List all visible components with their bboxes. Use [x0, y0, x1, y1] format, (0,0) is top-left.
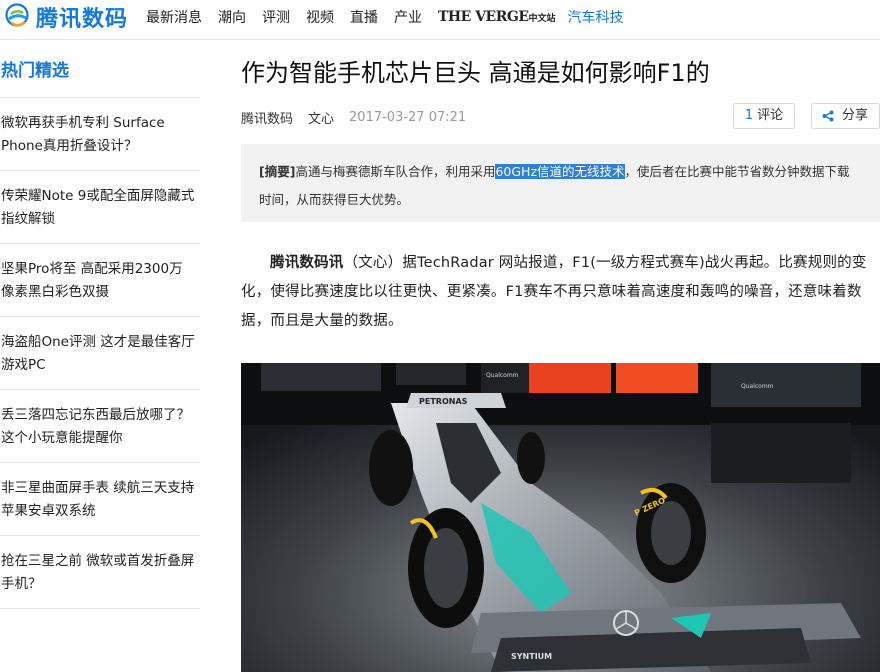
article-author: 文心 [308, 112, 335, 127]
photo-car-brand: PETRONAS [419, 397, 468, 406]
verge-logo-text: THE VERGE [438, 9, 529, 25]
article-summary: [摘要]高通与梅赛德斯车队合作，利用采用60GHz信道的无线技术，使后者在比赛中… [241, 144, 880, 222]
main-nav: 最新消息 潮向 评测 视频 直播 产业 THE VERGE中文站 汽车科技 [146, 0, 640, 34]
nav-item-the-verge[interactable]: THE VERGE中文站 [438, 9, 556, 25]
nav-item-trend[interactable]: 潮向 [218, 7, 246, 27]
nav-item-latest[interactable]: 最新消息 [146, 7, 202, 27]
share-label: 分享 [842, 108, 869, 123]
sidebar-item[interactable]: 坚果Pro将至 高配采用2300万像素黑白彩色双摄 [0, 244, 200, 317]
nav-item-live[interactable]: 直播 [350, 7, 378, 27]
nav-item-industry[interactable]: 产业 [394, 7, 422, 27]
sidebar-item[interactable]: 传荣耀Note 9或配全面屏隐藏式指纹解锁 [0, 171, 200, 244]
photo-screen-brand-2: Qualcomm [741, 383, 774, 390]
site-logo[interactable]: 腾讯数码 [2, 3, 129, 32]
hot-picks-sidebar: 热门精选 微软再获手机专利 Surface Phone真用折叠设计？ 传荣耀No… [0, 40, 200, 609]
tencent-logo-icon [5, 3, 29, 27]
logo-text: 腾讯数码 [36, 7, 129, 32]
f1-car-image: Qualcomm Qualcomm PETRONAS P ZERO SYNTIU… [241, 363, 880, 672]
comment-label: 评论 [757, 108, 784, 123]
top-nav-bar: 腾讯数码 最新消息 潮向 评测 视频 直播 产业 THE VERGE中文站 汽车… [0, 0, 880, 40]
sidebar-item[interactable]: 海盗船One评测 这才是最佳客厅游戏PC [0, 317, 200, 390]
summary-tag: [摘要] [259, 164, 296, 179]
article-photo: Qualcomm Qualcomm PETRONAS P ZERO SYNTIU… [241, 363, 880, 672]
paragraph-lead: 腾讯数码讯 [270, 255, 344, 271]
summary-text-before: 高通与梅赛德斯车队合作，利用采用 [295, 164, 496, 179]
article-paragraph: 腾讯数码讯（文心）据TechRadar 网站报道，F1(一级方程式赛车)战火再起… [241, 249, 880, 336]
sidebar-item[interactable]: 非三星曲面屏手表 续航三天支持苹果安卓双系统 [0, 463, 200, 536]
sidebar-title: 热门精选 [0, 40, 200, 98]
article-time: 2017-03-27 07:21 [349, 110, 467, 125]
nav-item-auto-tech[interactable]: 汽车科技 [568, 7, 624, 27]
share-button[interactable]: 分享 [811, 103, 880, 129]
sidebar-item[interactable]: 抢在三星之前 微软或首发折叠屏手机？ [0, 536, 200, 609]
nav-item-video[interactable]: 视频 [306, 7, 334, 27]
comment-count: 1 [744, 108, 754, 123]
verge-suffix: 中文站 [528, 14, 556, 24]
nav-item-review[interactable]: 评测 [262, 7, 290, 27]
summary-selected-text[interactable]: 60GHz信道的无线技术 [495, 164, 625, 179]
comment-button[interactable]: 1 评论 [733, 103, 795, 129]
sidebar-item[interactable]: 微软再获手机专利 Surface Phone真用折叠设计？ [0, 98, 200, 171]
share-icon [822, 110, 834, 122]
article-meta: 腾讯数码 文心 2017-03-27 07:21 [241, 108, 481, 127]
photo-screen-brand: Qualcomm [486, 372, 519, 379]
sidebar-item[interactable]: 丢三落四忘记东西最后放哪了？这个小玩意能提醒你 [0, 390, 200, 463]
photo-sponsor: SYNTIUM [511, 652, 552, 661]
article-title: 作为智能手机芯片巨头 高通是如何影响F1的 [241, 59, 710, 87]
article-source[interactable]: 腾讯数码 [241, 108, 293, 127]
